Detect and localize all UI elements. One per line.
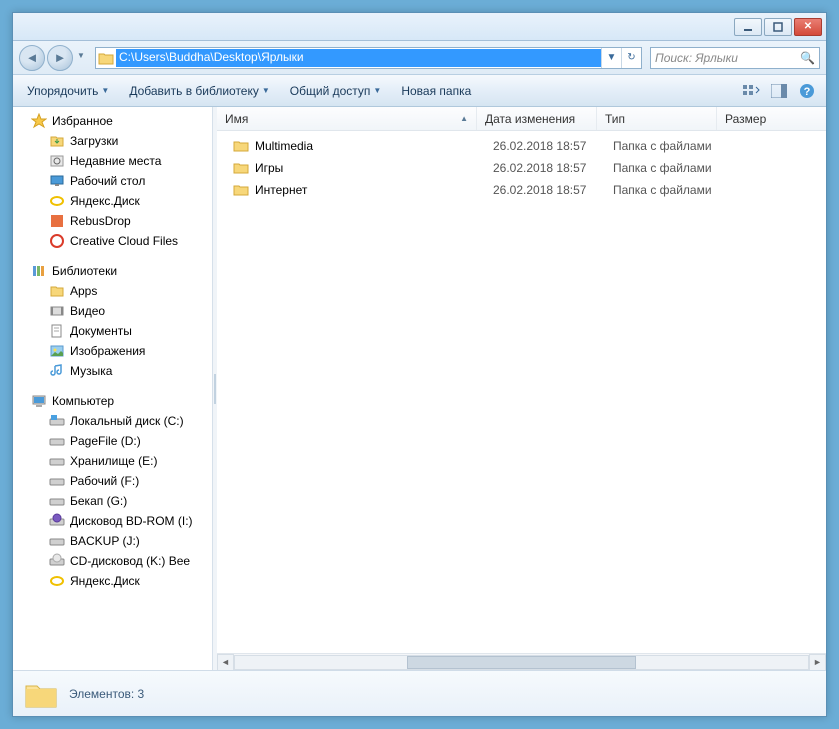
- sidebar-item-disk-c[interactable]: Локальный диск (C:): [13, 411, 212, 431]
- maximize-button[interactable]: [764, 18, 792, 36]
- star-icon: [31, 113, 47, 129]
- scroll-left-icon[interactable]: ◄: [217, 654, 234, 671]
- sidebar-item-bdrom[interactable]: Дисковод BD-ROM (I:): [13, 511, 212, 531]
- file-row[interactable]: Multimedia 26.02.2018 18:57 Папка с файл…: [217, 135, 826, 157]
- svg-text:?: ?: [804, 86, 811, 98]
- address-bar[interactable]: C:\Users\Buddha\Desktop\Ярлыки ▼ ↻: [95, 47, 642, 69]
- forward-button[interactable]: ►: [47, 45, 73, 71]
- yadisk-icon: [49, 193, 65, 209]
- video-icon: [49, 303, 65, 319]
- computer-header[interactable]: Компьютер: [13, 391, 212, 411]
- sidebar-item-yadisk2[interactable]: Яндекс.Диск: [13, 571, 212, 591]
- column-date[interactable]: Дата изменения: [477, 107, 597, 130]
- horizontal-scrollbar[interactable]: ◄ ►: [217, 653, 826, 670]
- hdd-icon: [49, 433, 65, 449]
- splitter[interactable]: [213, 107, 217, 670]
- file-list: Multimedia 26.02.2018 18:57 Папка с файл…: [217, 131, 826, 653]
- sidebar-item-pictures[interactable]: Изображения: [13, 341, 212, 361]
- cc-icon: [49, 233, 65, 249]
- search-placeholder: Поиск: Ярлыки: [655, 51, 738, 65]
- libraries-section: Библиотеки Apps Видео Документы Изображе…: [13, 261, 212, 381]
- sidebar-item-documents[interactable]: Документы: [13, 321, 212, 341]
- sidebar-item-creativecloud[interactable]: Creative Cloud Files: [13, 231, 212, 251]
- share-button[interactable]: Общий доступ▼: [284, 81, 388, 101]
- music-icon: [49, 363, 65, 379]
- explorer-window: ✕ ◄ ► ▼ C:\Users\Buddha\Desktop\Ярлыки ▼…: [12, 12, 827, 717]
- hdd-win-icon: [49, 413, 65, 429]
- search-icon: 🔍: [800, 51, 815, 65]
- bdrom-icon: [49, 513, 65, 529]
- add-to-library-button[interactable]: Добавить в библиотеку▼: [123, 81, 275, 101]
- sidebar-item-rebusdrop[interactable]: RebusDrop: [13, 211, 212, 231]
- computer-section: Компьютер Локальный диск (C:) PageFile (…: [13, 391, 212, 591]
- documents-icon: [49, 323, 65, 339]
- content-area: Имя▲ Дата изменения Тип Размер Multimedi…: [217, 107, 826, 670]
- scroll-thumb[interactable]: [407, 656, 636, 669]
- address-path[interactable]: C:\Users\Buddha\Desktop\Ярлыки: [116, 49, 601, 67]
- computer-icon: [31, 393, 47, 409]
- folder-icon: [233, 138, 249, 154]
- titlebar: ✕: [13, 13, 826, 41]
- sidebar: Избранное Загрузки Недавние места Рабочи…: [13, 107, 213, 670]
- sidebar-item-disk-f[interactable]: Рабочий (F:): [13, 471, 212, 491]
- close-button[interactable]: ✕: [794, 18, 822, 36]
- folder-icon: [98, 50, 114, 66]
- status-bar: Элементов: 3: [13, 670, 826, 716]
- sort-arrow-icon: ▲: [460, 114, 468, 123]
- back-button[interactable]: ◄: [19, 45, 45, 71]
- sidebar-item-disk-d[interactable]: PageFile (D:): [13, 431, 212, 451]
- hdd-icon: [49, 493, 65, 509]
- search-input[interactable]: Поиск: Ярлыки 🔍: [650, 47, 820, 69]
- column-type[interactable]: Тип: [597, 107, 717, 130]
- rebus-icon: [49, 213, 65, 229]
- preview-pane-button[interactable]: [768, 80, 790, 102]
- toolbar: Упорядочить▼ Добавить в библиотеку▼ Общи…: [13, 75, 826, 107]
- minimize-button[interactable]: [734, 18, 762, 36]
- scroll-right-icon[interactable]: ►: [809, 654, 826, 671]
- column-size[interactable]: Размер: [717, 107, 826, 130]
- view-options-button[interactable]: [740, 80, 762, 102]
- help-button[interactable]: ?: [796, 80, 818, 102]
- sidebar-item-disk-g[interactable]: Бекап (G:): [13, 491, 212, 511]
- libraries-icon: [31, 263, 47, 279]
- refresh-button[interactable]: ↻: [621, 48, 641, 68]
- sidebar-item-disk-j[interactable]: BACKUP (J:): [13, 531, 212, 551]
- favorites-header[interactable]: Избранное: [13, 111, 212, 131]
- hdd-icon: [49, 473, 65, 489]
- file-row[interactable]: Игры 26.02.2018 18:57 Папка с файлами: [217, 157, 826, 179]
- address-dropdown-icon[interactable]: ▼: [601, 48, 621, 68]
- folder-icon: [233, 182, 249, 198]
- folder-large-icon: [23, 676, 59, 712]
- cdrom-icon: [49, 553, 65, 569]
- sidebar-item-recent[interactable]: Недавние места: [13, 151, 212, 171]
- downloads-icon: [49, 133, 65, 149]
- sidebar-item-yadisk[interactable]: Яндекс.Диск: [13, 191, 212, 211]
- yadisk-icon: [49, 573, 65, 589]
- organize-button[interactable]: Упорядочить▼: [21, 81, 115, 101]
- column-headers: Имя▲ Дата изменения Тип Размер: [217, 107, 826, 131]
- nav-history-dropdown[interactable]: ▼: [75, 45, 87, 67]
- nav-bar: ◄ ► ▼ C:\Users\Buddha\Desktop\Ярлыки ▼ ↻…: [13, 41, 826, 75]
- hdd-icon: [49, 533, 65, 549]
- status-text: Элементов: 3: [69, 687, 144, 701]
- desktop-icon: [49, 173, 65, 189]
- sidebar-item-desktop[interactable]: Рабочий стол: [13, 171, 212, 191]
- folder-icon: [233, 160, 249, 176]
- recent-icon: [49, 153, 65, 169]
- favorites-section: Избранное Загрузки Недавние места Рабочи…: [13, 111, 212, 251]
- file-row[interactable]: Интернет 26.02.2018 18:57 Папка с файлам…: [217, 179, 826, 201]
- sidebar-item-cdrom[interactable]: CD-дисковод (K:) Bee: [13, 551, 212, 571]
- column-name[interactable]: Имя▲: [217, 107, 477, 130]
- sidebar-item-disk-e[interactable]: Хранилище (E:): [13, 451, 212, 471]
- hdd-icon: [49, 453, 65, 469]
- sidebar-item-music[interactable]: Музыка: [13, 361, 212, 381]
- sidebar-item-apps[interactable]: Apps: [13, 281, 212, 301]
- libraries-header[interactable]: Библиотеки: [13, 261, 212, 281]
- sidebar-item-video[interactable]: Видео: [13, 301, 212, 321]
- folder-icon: [49, 283, 65, 299]
- new-folder-button[interactable]: Новая папка: [395, 81, 477, 101]
- sidebar-item-downloads[interactable]: Загрузки: [13, 131, 212, 151]
- pictures-icon: [49, 343, 65, 359]
